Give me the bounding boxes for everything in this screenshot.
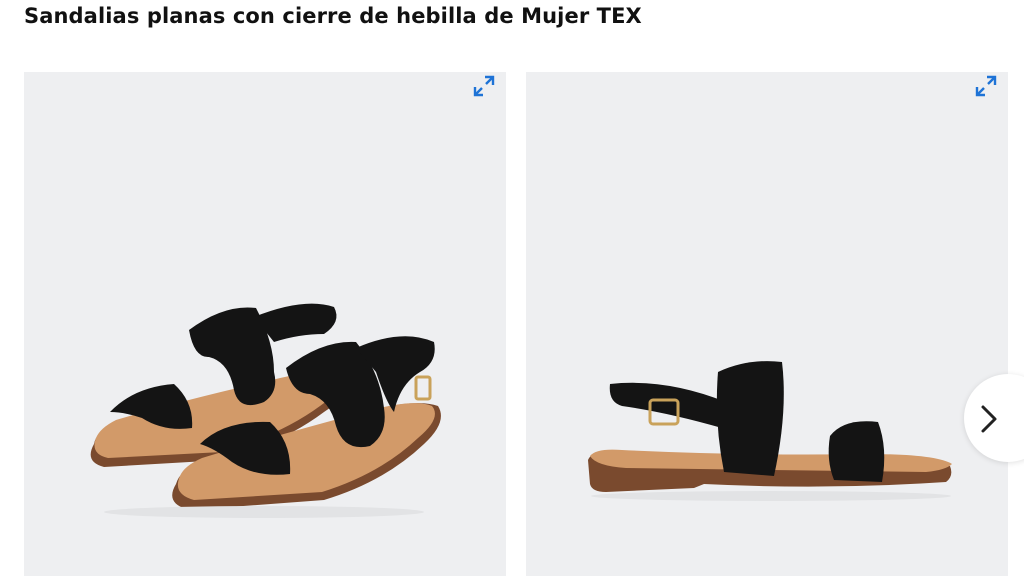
expand-button-1[interactable] (472, 74, 496, 98)
product-page: Sandalias planas con cierre de hebilla d… (0, 0, 1024, 576)
product-image-2[interactable] (526, 72, 1008, 576)
page-title: Sandalias planas con cierre de hebilla d… (24, 4, 642, 28)
sandal-side-image (588, 361, 952, 501)
product-image-1[interactable] (24, 72, 506, 576)
expand-icon (473, 75, 495, 97)
sandal-pair-image (90, 303, 441, 518)
image-gallery (24, 72, 1024, 576)
expand-icon (975, 75, 997, 97)
chevron-right-icon (981, 405, 997, 433)
expand-button-2[interactable] (974, 74, 998, 98)
